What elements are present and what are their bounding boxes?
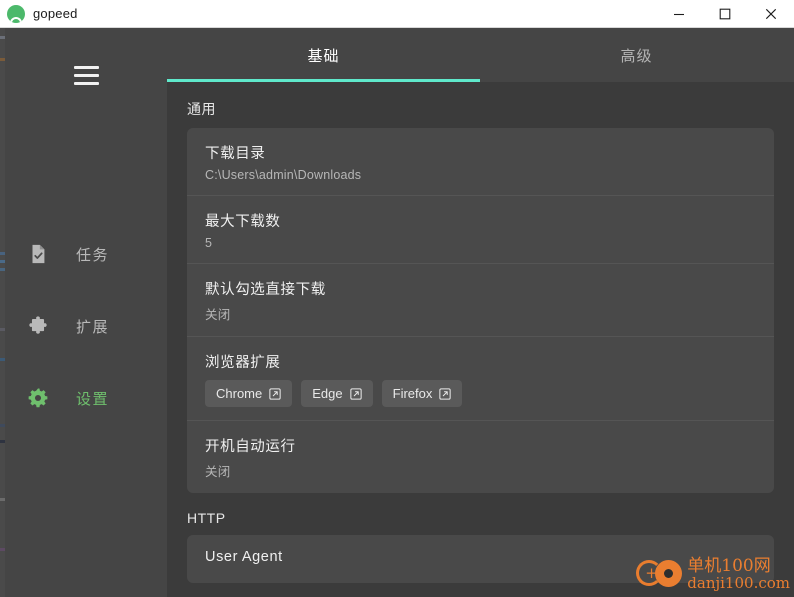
edge-pixel	[0, 260, 5, 263]
setting-row-default-direct-download[interactable]: 默认勾选直接下载 关闭	[187, 264, 774, 337]
edge-pixel	[0, 498, 5, 501]
setting-label: 最大下载数	[205, 214, 281, 230]
window-title: gopeed	[33, 5, 78, 21]
sidebar-item-settings[interactable]: 设置	[0, 376, 167, 420]
watermark-disc	[655, 560, 683, 587]
close-button[interactable]	[748, 0, 794, 28]
watermark-logo-icon: +	[636, 554, 688, 594]
gear-icon	[26, 386, 50, 410]
setting-value: 关闭	[205, 308, 231, 322]
setting-label: 下载目录	[205, 146, 266, 162]
sidebar: 任务 扩展 设置	[0, 28, 167, 597]
sidebar-item-label: 任务	[76, 246, 110, 264]
setting-row-browser-extensions: 浏览器扩展 Chrome Edge Firefox	[187, 337, 774, 421]
external-link-icon	[439, 387, 452, 400]
setting-label: 默认勾选直接下载	[205, 282, 326, 298]
task-document-icon	[26, 242, 50, 266]
chip-label: Edge	[312, 386, 343, 401]
external-link-icon	[349, 387, 362, 400]
settings-tabs: 基础 高级	[167, 28, 794, 82]
edge-pixel	[0, 440, 5, 443]
sidebar-item-label: 扩展	[76, 318, 110, 336]
edge-pixel	[0, 252, 5, 255]
setting-value: 5	[205, 236, 213, 250]
watermark-text: 单机100网 danji100.com	[687, 555, 790, 593]
external-link-icon	[269, 387, 281, 400]
setting-value: 关闭	[205, 465, 231, 479]
sidebar-item-tasks[interactable]: 任务	[0, 232, 167, 276]
settings-scroll-area[interactable]: 通用 下载目录 C:\Users\admin\Downloads 最大下载数 5…	[167, 82, 794, 597]
chrome-extension-button[interactable]: Chrome	[205, 380, 293, 407]
settings-card-general: 下载目录 C:\Users\admin\Downloads 最大下载数 5 默认…	[187, 128, 774, 493]
minimize-button[interactable]	[656, 0, 702, 28]
app-window: gopeed 任务 扩展 设置 基础 高级 通用 下载目录 C:\Users\a…	[0, 0, 794, 597]
edge-pixel	[0, 36, 5, 39]
window-left-edge	[0, 28, 5, 597]
hamburger-bar	[74, 82, 99, 85]
browser-extension-buttons: Chrome Edge Firefox	[205, 380, 756, 407]
watermark-line-1: 单机100网	[687, 555, 771, 576]
gopeed-logo-icon	[7, 4, 25, 23]
sidebar-item-extensions[interactable]: 扩展	[0, 304, 167, 348]
setting-row-autostart[interactable]: 开机自动运行 关闭	[187, 421, 774, 493]
watermark-line-2: danji100.com	[687, 574, 790, 593]
edge-pixel	[0, 424, 5, 427]
site-watermark: + 单机100网 danji100.com	[636, 554, 790, 594]
section-heading-general: 通用	[187, 101, 216, 117]
chip-label: Firefox	[392, 386, 433, 401]
edge-pixel	[0, 268, 5, 271]
main-area: 基础 高级 通用 下载目录 C:\Users\admin\Downloads 最…	[167, 28, 794, 597]
title-bar: gopeed	[0, 0, 794, 28]
tab-advanced[interactable]: 高级	[480, 28, 793, 82]
edge-pixel	[0, 358, 5, 361]
tab-label: 高级	[620, 47, 653, 65]
edge-pixel	[0, 58, 5, 61]
sidebar-item-label: 设置	[76, 390, 110, 408]
puzzle-piece-icon	[26, 314, 50, 338]
setting-row-max-downloads[interactable]: 最大下载数 5	[187, 196, 774, 264]
window-controls	[656, 0, 794, 28]
setting-row-download-dir[interactable]: 下载目录 C:\Users\admin\Downloads	[187, 128, 774, 196]
setting-value: C:\Users\admin\Downloads	[205, 168, 362, 182]
hamburger-bar	[74, 74, 99, 77]
setting-label: 开机自动运行	[205, 439, 296, 455]
hamburger-menu-icon[interactable]	[74, 66, 99, 85]
tab-basic[interactable]: 基础	[167, 28, 480, 82]
hamburger-bar	[74, 66, 99, 69]
maximize-button[interactable]	[702, 0, 748, 28]
chip-label: Chrome	[216, 386, 263, 401]
section-heading-http: HTTP	[187, 510, 226, 526]
edge-pixel	[0, 328, 5, 331]
edge-extension-button[interactable]: Edge	[301, 380, 373, 407]
firefox-extension-button[interactable]: Firefox	[381, 380, 463, 407]
tab-label: 基础	[307, 47, 340, 65]
setting-label: 浏览器扩展	[205, 355, 281, 371]
edge-pixel	[0, 548, 5, 551]
settings-content: 通用 下载目录 C:\Users\admin\Downloads 最大下载数 5…	[167, 82, 794, 583]
